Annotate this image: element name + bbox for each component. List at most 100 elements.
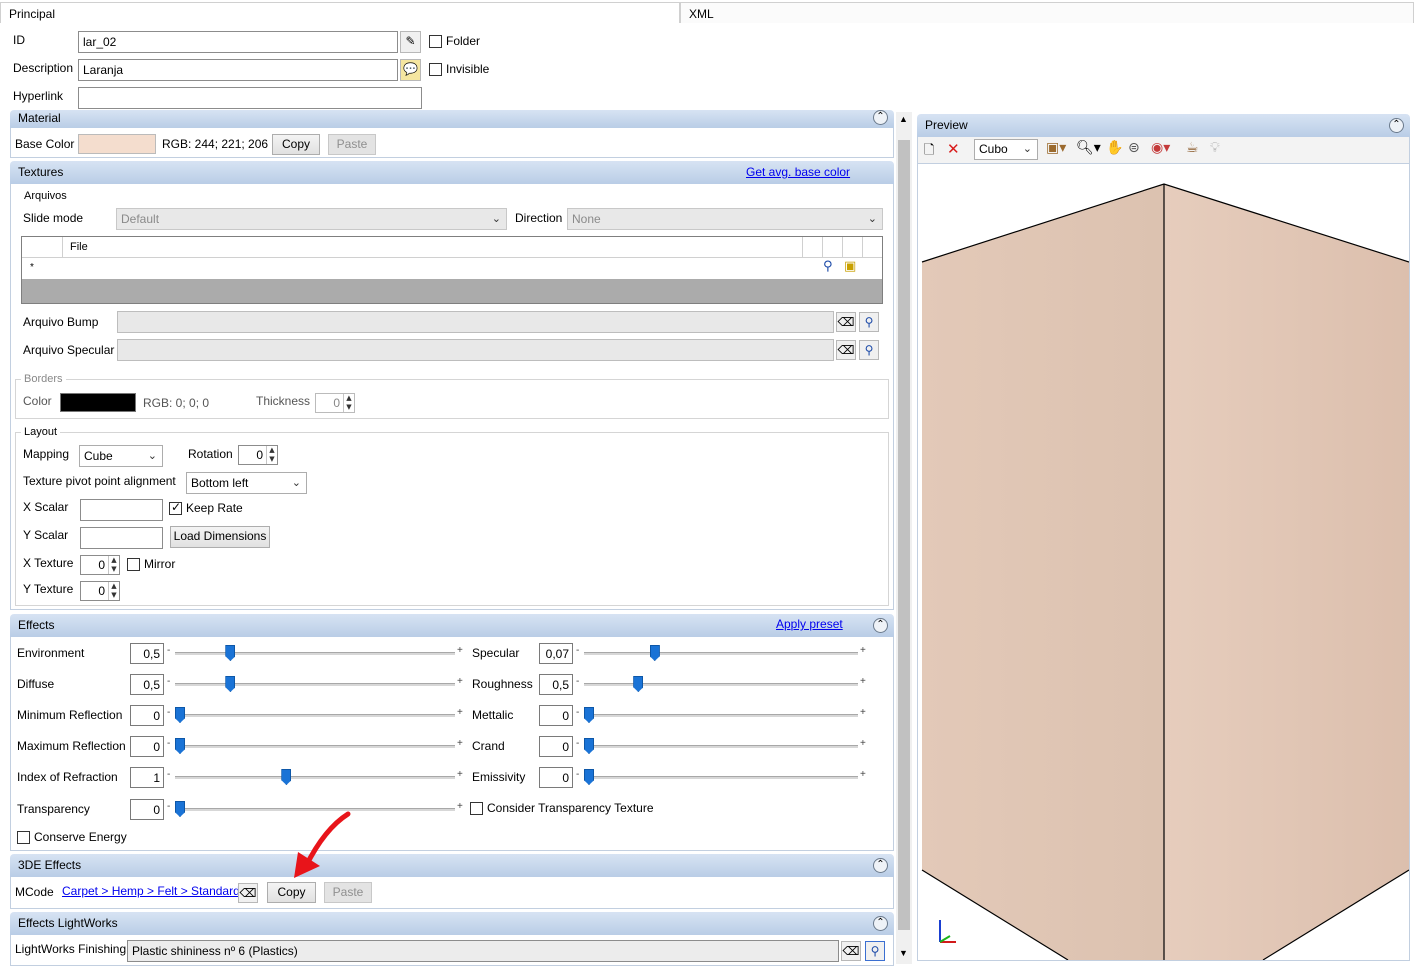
mirror-checkbox[interactable] — [127, 558, 140, 571]
x-texture-spinner[interactable]: 0 ▲ ▼ — [80, 555, 120, 575]
effects-left-slider-3[interactable] — [175, 745, 455, 748]
effects-right-value-4[interactable]: 0 — [539, 767, 573, 788]
folder-checkbox[interactable] — [429, 35, 442, 48]
thickness-spinner[interactable]: 0 ▲ ▼ — [315, 393, 355, 413]
folder-add-icon[interactable]: ▣ — [844, 259, 856, 274]
delete-icon[interactable]: ✕ — [947, 140, 960, 158]
lightworks-finishing-input[interactable]: Plastic shininess nº 6 (Plastics) — [127, 940, 839, 962]
effects-left-slider-4[interactable] — [175, 776, 455, 779]
effects-right-value-2[interactable]: 0 — [539, 705, 573, 726]
preview-shape-select[interactable]: Cubo ⌄ — [974, 139, 1038, 160]
file-grid-new-row[interactable]: * ⚲ ▣ — [22, 258, 882, 279]
effects-left-value-3[interactable]: 0 — [130, 736, 164, 757]
spinner-arrows-icon[interactable]: ▲ ▼ — [108, 556, 119, 574]
keep-rate-checkbox[interactable] — [169, 500, 182, 515]
effects-right-value-1[interactable]: 0,5 — [539, 674, 573, 695]
collapse-lightworks-icon[interactable]: ⌃ — [873, 916, 888, 931]
base-color-swatch[interactable] — [78, 134, 156, 154]
effects-left-value-1[interactable]: 0,5 — [130, 674, 164, 695]
collapse-preview-icon[interactable]: ⌃ — [1389, 118, 1404, 133]
light-bulb-icon[interactable]: 💡︎ — [1210, 140, 1220, 156]
specular-input[interactable] — [117, 339, 834, 361]
scroll-up-icon[interactable]: ▲ — [899, 114, 908, 124]
binoculars-icon[interactable]: ⚲ — [823, 259, 833, 274]
eraser-icon[interactable]: ⌫ — [836, 312, 856, 332]
direction-select[interactable]: None ⌄ — [567, 208, 883, 230]
effects-left-slider-2[interactable] — [175, 714, 455, 717]
scroll-thumb[interactable] — [898, 140, 910, 930]
slide-mode-select[interactable]: Default ⌄ — [116, 208, 507, 230]
effects-left-value-4[interactable]: 1 — [130, 767, 164, 788]
y-texture-spinner[interactable]: 0 ▲ ▼ — [80, 581, 120, 601]
effects-left-value-2[interactable]: 0 — [130, 705, 164, 726]
box-icon[interactable]: ▣▾ — [1046, 140, 1066, 156]
file-grid[interactable]: File * ⚲ ▣ — [21, 236, 883, 304]
load-dimensions-button[interactable]: Load Dimensions — [170, 526, 270, 548]
left-scrollbar[interactable]: ▲ ▼ — [896, 112, 912, 964]
avg-base-color-link[interactable]: Get avg. base color — [746, 165, 850, 179]
zoom-icon[interactable]: 🔍︎▾ — [1076, 140, 1101, 156]
material-copy-button[interactable]: Copy — [272, 134, 320, 155]
id-picker-icon[interactable]: ✎ — [400, 31, 421, 53]
conserve-energy-checkbox[interactable] — [17, 831, 30, 844]
binoculars-icon[interactable]: ⚲ — [859, 312, 879, 332]
eraser-icon[interactable]: ⌫ — [836, 340, 856, 360]
camera-orbit-icon[interactable]: ⊜ — [1128, 140, 1140, 156]
tab-principal[interactable]: Principal — [0, 2, 680, 23]
effects-right-minus-3: - — [576, 738, 580, 749]
consider-transparency-checkbox[interactable] — [470, 802, 483, 815]
mcode-label: MCode — [15, 885, 54, 899]
hand-icon[interactable]: ✋ — [1106, 140, 1123, 156]
collapse-3de-icon[interactable]: ⌃ — [873, 858, 888, 873]
mapping-select[interactable]: Cube ⌄ — [79, 445, 163, 467]
effects-right-value-0[interactable]: 0,07 — [539, 643, 573, 664]
effects-right-slider-4[interactable] — [584, 776, 858, 779]
binoculars-icon[interactable]: ⚲ — [859, 340, 879, 360]
pivot-select[interactable]: Bottom left ⌄ — [186, 472, 307, 494]
tab-xml[interactable]: XML — [680, 2, 1414, 23]
collapse-effects-icon[interactable]: ⌃ — [873, 618, 888, 633]
effects-right-value-3[interactable]: 0 — [539, 736, 573, 757]
pivot-value: Bottom left — [191, 476, 249, 490]
spinner-arrows-icon[interactable]: ▲ ▼ — [266, 446, 277, 464]
eraser-icon[interactable]: ⌫ — [238, 883, 258, 903]
effects-left-value-5[interactable]: 0 — [130, 799, 164, 820]
bump-input[interactable] — [117, 311, 834, 333]
new-document-icon[interactable]: 🗋 — [924, 141, 934, 163]
mcode-link[interactable]: Carpet > Hemp > Felt > Standard — [62, 884, 240, 898]
effects-right-slider-3[interactable] — [584, 745, 858, 748]
mcode-paste-button[interactable]: Paste — [324, 882, 372, 903]
id-input[interactable]: lar_02 — [78, 31, 398, 53]
spinner-arrows-icon[interactable]: ▲ ▼ — [108, 582, 119, 600]
effects-left-slider-0[interactable] — [175, 652, 455, 655]
speech-bubble-icon[interactable]: 💬 — [400, 59, 421, 81]
color-wheel-icon[interactable]: ◉▾ — [1151, 140, 1170, 156]
spinner-arrows-icon[interactable]: ▲ ▼ — [343, 394, 354, 412]
mcode-copy-button[interactable]: Copy — [267, 882, 316, 903]
effects-right-slider-0[interactable] — [584, 652, 858, 655]
scroll-down-icon[interactable]: ▼ — [899, 948, 908, 958]
effects-left-minus-1: - — [167, 676, 171, 687]
teapot-icon[interactable]: ☕︎ — [1186, 140, 1199, 156]
x-texture-label: X Texture — [23, 556, 74, 570]
effects-right-label-1: Roughness — [472, 677, 533, 691]
effects-left-slider-1[interactable] — [175, 683, 455, 686]
x-scalar-input[interactable] — [80, 499, 163, 521]
effects-right-minus-4: - — [576, 769, 580, 780]
hyperlink-input[interactable] — [78, 87, 422, 109]
border-color-swatch[interactable] — [60, 393, 136, 412]
invisible-checkbox[interactable] — [429, 63, 442, 76]
effects-right-slider-1[interactable] — [584, 683, 858, 686]
effects-left-value-0[interactable]: 0,5 — [130, 643, 164, 664]
eraser-icon[interactable]: ⌫ — [841, 941, 861, 961]
effects-right-plus-0: + — [860, 645, 866, 656]
apply-preset-link[interactable]: Apply preset — [776, 617, 843, 631]
description-input[interactable]: Laranja — [78, 59, 398, 81]
collapse-material-icon[interactable]: ⌃ — [873, 110, 888, 125]
binoculars-icon[interactable]: ⚲ — [865, 941, 885, 961]
preview-viewport[interactable] — [917, 163, 1410, 961]
material-paste-button[interactable]: Paste — [328, 134, 376, 155]
y-scalar-input[interactable] — [80, 527, 163, 549]
effects-right-slider-2[interactable] — [584, 714, 858, 717]
rotation-spinner[interactable]: 0 ▲ ▼ — [238, 445, 278, 465]
